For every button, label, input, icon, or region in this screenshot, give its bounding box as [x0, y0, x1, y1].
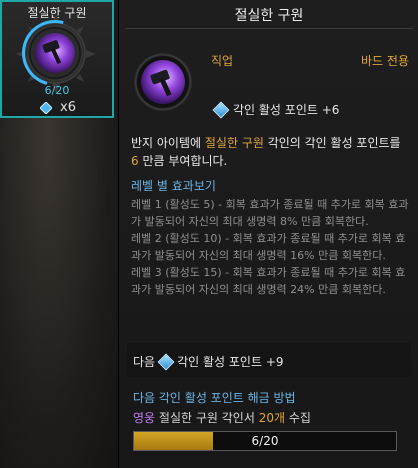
level-effect-3: 레벨 3 (활성도 15) - 회복 효과가 종료될 때 추가로 회복 효과가 …	[131, 266, 406, 296]
card-count: 6/20	[44, 84, 70, 97]
progress-text: 6/20	[251, 434, 279, 448]
unlock-requirement: 영웅 절실한 구원 각인서 20개 수집	[133, 411, 311, 425]
tooltip-panel: 절실한 구원 직업 바드 전용 각인 활성 포인트 +6 반지 아이템에 절실한…	[118, 0, 418, 468]
collection-progress-bar: 6/20	[133, 431, 397, 451]
engraving-point-stat: 각인 활성 포인트 +6	[212, 101, 340, 118]
stat-text: 각인 활성 포인트 +6	[233, 103, 340, 117]
unlock-method-title: 다음 각인 활성 포인트 해금 방법	[133, 391, 296, 405]
next-stat: 각인 활성 포인트 +9	[177, 355, 284, 369]
gem-icon	[40, 102, 52, 114]
divider	[125, 28, 413, 29]
job-value: 바드 전용	[361, 54, 409, 68]
level-effects: 레벨 1 (활성도 5) - 회복 효과가 종료될 때 추가로 회복 효과가 발…	[131, 196, 413, 298]
level-effects-title: 레벨 별 효과보기	[131, 179, 216, 193]
gem-icon	[157, 353, 175, 370]
job-label: 직업	[211, 54, 234, 68]
card-quantity: x6	[60, 100, 76, 115]
engraving-card[interactable]: 절실한 구원 6/20 x6	[0, 0, 114, 118]
item-description: 반지 아이템에 절실한 구원 각인의 각인 활성 포인트를 6 만큼 부여합니다…	[131, 136, 401, 168]
level-effect-2: 레벨 2 (활성도 10) - 회복 효과가 종료될 때 추가로 회복 효과가 …	[131, 232, 406, 262]
next-point-box: 다음 각인 활성 포인트 +9	[127, 343, 411, 377]
hammer-icon	[35, 33, 75, 73]
hammer-icon	[141, 60, 185, 104]
tooltip-title: 절실한 구원	[234, 8, 304, 24]
item-icon-frame	[133, 52, 193, 112]
gem-icon	[212, 101, 230, 118]
next-label: 다음	[133, 355, 156, 369]
level-effect-1: 레벨 1 (활성도 5) - 회복 효과가 종료될 때 추가로 회복 효과가 발…	[131, 198, 409, 228]
